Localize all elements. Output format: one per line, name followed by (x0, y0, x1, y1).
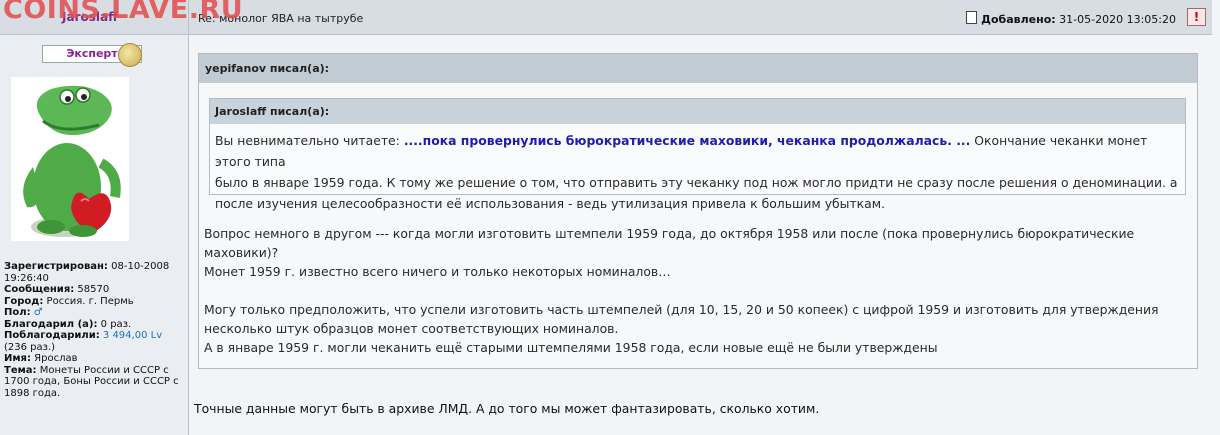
gender-label: Пол: (4, 307, 31, 318)
outer-line-gap (204, 281, 1189, 300)
rank-medal-icon (118, 43, 142, 67)
outer-line: маховики)? (204, 245, 279, 260)
messages-value: 58570 (77, 284, 110, 295)
outer-line: Монет 1959 г. известно всего ничего и то… (204, 264, 671, 279)
thanks-link[interactable]: 3 494,00 Lv (103, 330, 162, 341)
post-added: Добавлено: 31-05-2020 13:05:20 (966, 11, 1176, 26)
quote-inner-body: Вы невнимательно читаете: ....пока прове… (210, 124, 1185, 214)
author-sidebar: Эксперт Зарегистрирован: 08-10-2008 19:2… (0, 35, 189, 435)
outer-line: А в январе 1959 г. могли чеканить ещё ст… (204, 340, 938, 355)
inner-line-2: было в январе 1959 года. К тому же решен… (215, 175, 1178, 190)
name-value: Ярослав (34, 353, 78, 364)
added-date: 31-05-2020 13:05:20 (1059, 13, 1176, 26)
thanked-label: Благодарил (а): (4, 318, 98, 330)
added-label: Добавлено: (981, 13, 1056, 26)
crocodile-avatar-icon (11, 77, 129, 241)
city-label: Город: (4, 295, 44, 307)
report-button[interactable]: ! (1187, 8, 1206, 26)
thanked-value: 0 раз. (100, 318, 132, 330)
thanks-count: (236 раз.) (4, 341, 56, 353)
outer-line: Вопрос немного в другом --- когда могли … (204, 226, 1135, 241)
quote-outer-body: Вопрос немного в другом --- когда могли … (204, 224, 1189, 357)
registered-label: Зарегистрирован: (4, 261, 108, 272)
quote-inner: Jaroslaff писал(а): Вы невнимательно чит… (209, 98, 1186, 211)
messages-label: Сообщения: (4, 284, 75, 295)
quote-outer-header: yepifanov писал(а): (199, 54, 1197, 83)
outer-line: несколько штук образцов монет соответств… (204, 321, 619, 336)
post-icon[interactable] (966, 11, 978, 24)
male-gender-icon: ♂ (33, 307, 43, 318)
city-value: Россия. г. Пермь (46, 295, 134, 307)
outer-line: Могу только предположить, что успели изг… (204, 302, 1159, 317)
avatar (11, 77, 129, 241)
inner-bold-quote: ....пока провернулись бюрократические ма… (403, 133, 971, 148)
topic-label: Тема: (4, 364, 37, 376)
site-watermark: COINS.LAVE.RU (3, 0, 244, 25)
author-profile: Зарегистрирован: 08-10-2008 19:26:40 Соо… (4, 261, 186, 399)
thanks-label: Поблагодарили: (4, 330, 100, 341)
inner-intro: Вы невнимательно читаете: (215, 133, 400, 148)
post-body-text: Точные данные могут быть в архиве ЛМД. А… (194, 401, 820, 416)
name-label: Имя: (4, 353, 31, 364)
quote-inner-header: Jaroslaff писал(а): (210, 99, 1185, 124)
inner-line-3: после изучения целесообразности её испол… (215, 196, 886, 211)
quote-outer: yepifanov писал(а): Jaroslaff писал(а): … (198, 53, 1198, 369)
